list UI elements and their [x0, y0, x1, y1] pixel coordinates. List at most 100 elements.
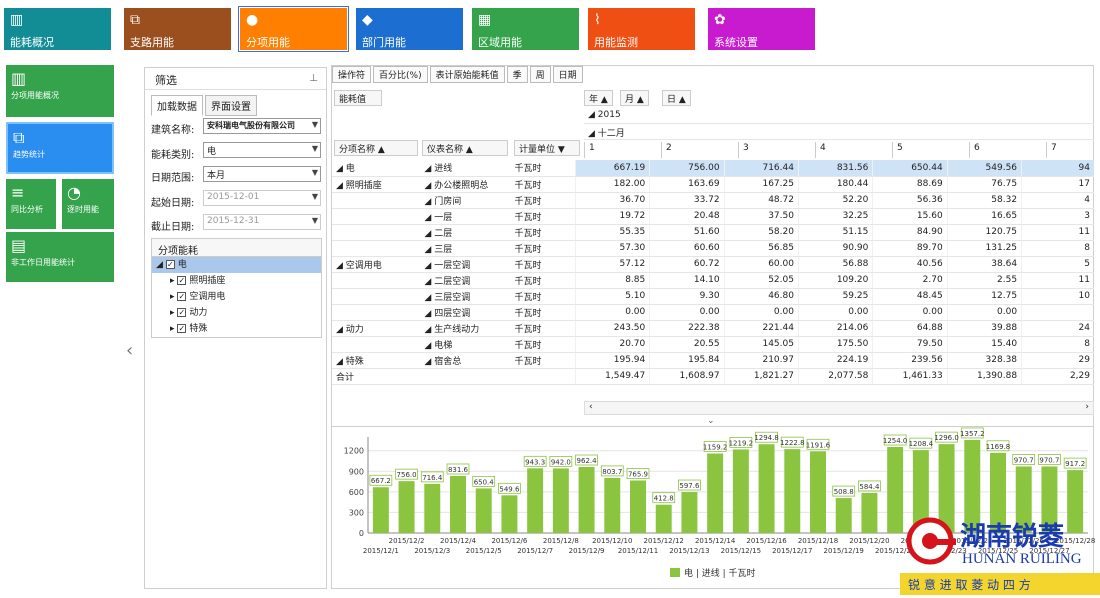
collapse-arrow-icon[interactable]: ◢ — [156, 260, 166, 270]
tree-item[interactable]: ▸ ✓ 特殊 — [152, 321, 321, 337]
pin-icon[interactable]: ⊥ — [309, 73, 318, 84]
nav-tile-6[interactable]: ✿ 系统设置 — [708, 8, 815, 50]
bar[interactable] — [527, 468, 544, 533]
data-label: 970.7 — [1014, 456, 1034, 464]
bar[interactable] — [424, 483, 441, 533]
value-cell: 0.00 — [797, 304, 873, 321]
month-header[interactable]: ◢ 十二月 — [584, 124, 1094, 140]
checkbox[interactable]: ✓ — [177, 324, 187, 333]
nav-tile-1[interactable]: ⧉ 支路用能 — [124, 8, 231, 50]
bar[interactable] — [681, 492, 698, 533]
day-column-header[interactable]: 5 — [892, 142, 969, 158]
value-cell: 328.38 — [946, 352, 1022, 369]
bar[interactable] — [450, 475, 466, 533]
side-label: 非工作日用能统计 — [11, 258, 75, 267]
toolbar-button[interactable]: 表计原始能耗值 — [429, 66, 505, 83]
row-field-button[interactable]: 分项名称 ▲ — [334, 140, 418, 156]
tab-load-data[interactable]: 加载数据 — [151, 95, 203, 116]
side-item-3[interactable]: ◔ 逐时用能 — [62, 179, 114, 229]
bar[interactable] — [655, 504, 672, 533]
x-tick-label: 2015/12/5 — [466, 547, 502, 555]
expand-arrow-icon[interactable]: ▸ — [170, 324, 177, 334]
year-header[interactable]: ◢ 2015 — [584, 108, 1094, 124]
tree-item[interactable]: ▸ ✓ 照明插座 — [152, 273, 321, 289]
value-cell: 214.06 — [797, 320, 873, 337]
building-select[interactable]: 安科瑞电气股份有限公司 ▼ — [203, 118, 321, 134]
bar[interactable] — [630, 480, 646, 533]
collapse-arrow-icon[interactable]: ‹ — [126, 340, 133, 361]
logo-cn: 湖南锐菱 — [960, 521, 1064, 552]
tree-item[interactable]: ▸ ✓ 动力 — [152, 305, 321, 321]
bar[interactable] — [732, 449, 749, 533]
day-column-header[interactable]: 4 — [815, 142, 892, 158]
nav-tile-0[interactable]: ▥ 能耗概况 — [4, 8, 111, 50]
cell-unit: 千瓦时 — [510, 240, 576, 257]
value-field[interactable]: 能耗值 — [334, 90, 382, 106]
checkbox[interactable]: ✓ — [165, 260, 175, 269]
tab-ui-settings[interactable]: 界面设置 — [205, 95, 257, 116]
range-select[interactable]: 本月 ▼ — [203, 166, 321, 182]
bar[interactable] — [398, 481, 415, 533]
side-item-1[interactable]: ⧉ 趋势统计 — [6, 122, 114, 174]
toolbar-button[interactable]: 百分比(%) — [373, 66, 428, 83]
cell-meter: ◢ 宿舍总 — [420, 352, 511, 369]
day-column-header[interactable]: 7 — [1046, 142, 1100, 158]
bar[interactable] — [604, 477, 621, 533]
tree-item[interactable]: ◢ ✓ 电 — [152, 257, 321, 273]
row-field-button[interactable]: 计量单位 ▼ — [514, 140, 580, 156]
tree-item[interactable]: ▸ ✓ 空调用电 — [152, 289, 321, 305]
column-field-button[interactable]: 年 ▲ — [584, 90, 613, 106]
column-field-button[interactable]: 日 ▲ — [662, 90, 691, 106]
bar[interactable] — [578, 467, 595, 533]
nav-tile-5[interactable]: ⌇ 用能监测 — [588, 8, 695, 50]
data-label: 667.2 — [371, 477, 391, 485]
side-item-4[interactable]: ▤ 非工作日用能统计 — [6, 232, 114, 282]
side-item-0[interactable]: ▥ 分项用能概况 — [6, 65, 114, 117]
y-tick-label: 600 — [349, 488, 364, 497]
nav-tile-4[interactable]: ▦ 区域用能 — [472, 8, 579, 50]
day-column-header[interactable]: 3 — [738, 142, 815, 158]
row-field-button[interactable]: 仪表名称 ▲ — [422, 140, 508, 156]
horizontal-scrollbar[interactable]: ‹ › — [584, 401, 1094, 415]
bar[interactable] — [475, 488, 492, 533]
toolbar-button[interactable]: 周 — [529, 66, 551, 83]
table-row: ◢ 三层 千瓦时 57.30 60.60 56.85 90.90 89.70 131.25 8 — [332, 240, 1094, 257]
day-column-header[interactable]: 2 — [661, 142, 738, 158]
value-cell: 120.75 — [946, 224, 1022, 241]
checkbox[interactable]: ✓ — [177, 308, 187, 317]
bar[interactable] — [758, 444, 775, 533]
start-date-field[interactable]: 2015-12-01 ▼ — [203, 190, 321, 206]
calendar-icon: ▤ — [11, 236, 27, 255]
nav-tile-2[interactable]: ● 分项用能 — [238, 6, 349, 52]
bar[interactable] — [372, 487, 389, 533]
column-field-button[interactable]: 月 ▲ — [620, 90, 649, 106]
bar[interactable] — [784, 449, 801, 533]
checkbox[interactable]: ✓ — [177, 292, 187, 301]
cell-cat — [332, 208, 421, 225]
bar[interactable] — [810, 451, 826, 533]
bar[interactable] — [501, 495, 518, 533]
bar[interactable] — [861, 492, 878, 533]
expand-arrow-icon[interactable]: ▸ — [170, 308, 177, 318]
table-row: 合计 1,549.47 1,608.97 1,821.27 2,077.58 1,461.… — [332, 367, 1094, 385]
day-column-header[interactable]: 6 — [969, 142, 1046, 158]
toolbar-button[interactable]: 操作符 — [332, 66, 372, 83]
data-label: 716.4 — [422, 474, 443, 482]
data-label: 597.6 — [679, 482, 700, 490]
nav-tile-3[interactable]: ◆ 部门用能 — [356, 8, 463, 50]
value-cell: 76.75 — [946, 176, 1022, 193]
value-cell: 60.72 — [649, 256, 725, 273]
type-select[interactable]: 电 ▼ — [203, 142, 321, 158]
bar[interactable] — [835, 498, 852, 533]
bar[interactable] — [707, 453, 724, 533]
toolbar-button[interactable]: 季 — [506, 66, 528, 83]
expand-arrow-icon[interactable]: ▸ — [170, 292, 177, 302]
checkbox[interactable]: ✓ — [177, 276, 187, 285]
side-item-2[interactable]: ≡ 同比分析 — [6, 179, 56, 229]
day-column-header[interactable]: 1 — [584, 142, 661, 158]
chevron-down-icon[interactable]: ⌄ — [707, 416, 715, 426]
expand-arrow-icon[interactable]: ▸ — [170, 276, 177, 286]
end-date-field[interactable]: 2015-12-31 ▼ — [203, 214, 321, 230]
toolbar-button[interactable]: 日期 — [552, 66, 583, 83]
bar[interactable] — [552, 468, 569, 533]
